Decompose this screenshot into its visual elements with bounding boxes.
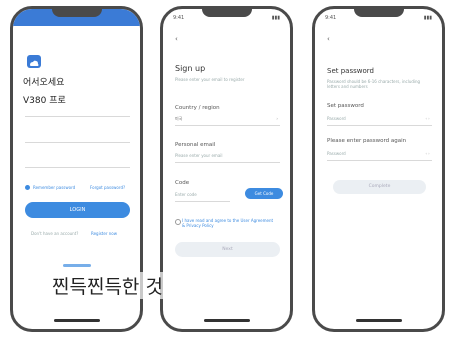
next-button[interactable]: Next [175, 242, 280, 257]
username-input[interactable] [25, 116, 130, 117]
email-underline [175, 162, 280, 163]
confirm-underline [327, 160, 432, 161]
country-value[interactable]: 미국 [175, 116, 182, 122]
home-indicator [355, 319, 402, 322]
status-bar: 9:41 ▮▮▮ [325, 15, 432, 23]
confirm-input[interactable]: Password [327, 151, 346, 156]
register-link[interactable]: Register now [91, 231, 117, 236]
battery-icon: ▮▮▮ [423, 15, 432, 21]
phone-signup-screen: 9:41 ▮▮▮ ‹ Sign up Please enter your ema… [160, 6, 293, 332]
confirm-label: Please enter password again [327, 138, 407, 144]
email-input[interactable]: Please enter your email [175, 153, 223, 158]
complete-button[interactable]: Complete [333, 180, 426, 194]
status-time: 9:41 [325, 15, 337, 21]
status-time: 9:41 [173, 15, 185, 21]
battery-icon: ▮▮▮ [271, 15, 280, 21]
home-indicator [203, 319, 250, 322]
back-arrow-icon[interactable]: ‹ [175, 35, 178, 43]
page-subtitle: Password should be 6-16 characters, incl… [327, 79, 421, 89]
login-button[interactable]: LOGIN [25, 202, 130, 218]
agreement-checkbox[interactable] [175, 219, 181, 225]
app-name-text: V380 프로 [23, 96, 66, 106]
code-underline [175, 201, 230, 202]
get-code-button[interactable]: Get Code [245, 188, 283, 199]
overlay-caption: 찐득찐득한 것 [52, 272, 163, 299]
password-label: Set password [327, 103, 364, 109]
eye-icon[interactable]: ◦◦ [425, 116, 430, 121]
page-title: Sign up [175, 64, 206, 73]
remember-label: Remember password [33, 185, 76, 190]
status-bar: 9:41 ▮▮▮ [173, 15, 280, 23]
extra-input[interactable] [25, 167, 130, 168]
password-underline [327, 125, 432, 126]
signup-prompt: Don't have an account? [31, 231, 79, 236]
phone-set-password-screen: 9:41 ▮▮▮ ‹ Set password Password should … [312, 6, 445, 332]
chevron-right-icon[interactable]: › [276, 116, 278, 121]
code-label: Code [175, 180, 190, 186]
code-input[interactable]: Enter code [175, 192, 197, 197]
password-input[interactable]: Password [327, 116, 346, 121]
phone-notch [51, 9, 102, 17]
email-label: Personal email [175, 142, 216, 148]
page-subtitle: Please enter your email to register [175, 77, 245, 82]
page-indicator [63, 264, 91, 267]
home-indicator [53, 319, 100, 322]
back-arrow-icon[interactable]: ‹ [327, 35, 330, 43]
password-input[interactable] [25, 142, 130, 143]
country-label: Country / region [175, 105, 220, 111]
cloud-camera-icon [27, 55, 41, 68]
greeting-text: 어서오세요 [23, 78, 65, 88]
eye-icon[interactable]: ◦◦ [425, 151, 430, 156]
forgot-password-link[interactable]: Forgot password? [90, 185, 125, 190]
agreement-text[interactable]: I have read and agree to the User Agreem… [182, 218, 277, 228]
remember-radio[interactable] [25, 185, 30, 190]
country-underline [175, 125, 280, 126]
page-title: Set password [327, 67, 374, 75]
